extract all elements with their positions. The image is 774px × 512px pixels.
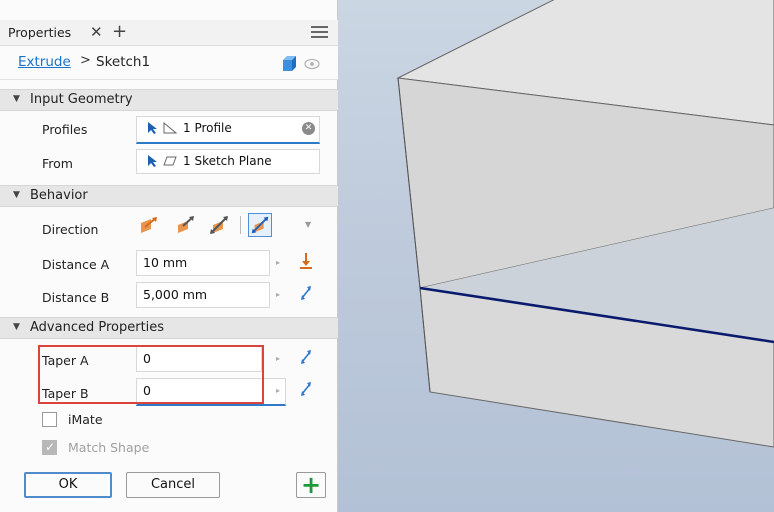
graphics-viewport[interactable] [338, 0, 774, 512]
tab-properties[interactable]: Properties [8, 20, 71, 46]
flyout-arrow-icon[interactable]: ▸ [271, 253, 285, 273]
hamburger-icon[interactable] [311, 26, 328, 39]
section-input-geometry[interactable]: ▼ Input Geometry [0, 89, 338, 111]
match-shape-label: Match Shape [68, 440, 150, 455]
collapse-arrow-icon: ▼ [13, 94, 20, 104]
flyout-arrow-icon[interactable]: ▸ [271, 381, 285, 401]
from-selector[interactable]: 1 Sketch Plane [136, 149, 320, 174]
profiles-value: 1 Profile [183, 121, 232, 135]
properties-panel: Properties ✕ + Extrude > Sketch1 ▼ Input… [0, 0, 338, 512]
section-advanced-properties[interactable]: ▼ Advanced Properties [0, 317, 338, 339]
flyout-arrow-icon[interactable]: ▸ [271, 349, 285, 369]
imate-label: iMate [68, 412, 103, 427]
apply-add-button[interactable]: + [296, 471, 326, 499]
section-title: Behavior [30, 188, 88, 203]
from-label: From [42, 156, 73, 171]
distance-b-input[interactable]: 5,000 mm [136, 282, 270, 308]
distance-b-label: Distance B [42, 290, 110, 305]
eye-icon[interactable] [304, 58, 320, 70]
plus-icon: + [300, 471, 322, 499]
distance-a-input[interactable]: 10 mm [136, 250, 270, 276]
distance-a-value: 10 mm [143, 255, 188, 270]
collapse-arrow-icon: ▼ [13, 190, 20, 200]
breadcrumb-sketch[interactable]: Sketch1 [96, 54, 150, 70]
clear-selection-icon[interactable]: ✕ [302, 122, 315, 135]
flyout-arrow-icon[interactable]: ▸ [271, 285, 285, 305]
direction-default-icon[interactable] [137, 213, 161, 237]
breadcrumb-extrude-link[interactable]: Extrude [18, 54, 71, 70]
distance-direction-icon[interactable] [298, 252, 314, 270]
collapse-arrow-icon: ▼ [13, 322, 20, 332]
profiles-label: Profiles [42, 122, 88, 137]
sketch-plane-icon [163, 156, 177, 166]
select-arrow-icon [148, 122, 157, 134]
flip-direction-icon[interactable] [298, 348, 314, 366]
close-icon[interactable]: ✕ [90, 24, 106, 40]
flip-direction-icon[interactable] [298, 284, 314, 302]
direction-asymmetric-icon[interactable] [248, 213, 272, 237]
ok-button[interactable]: OK [24, 472, 112, 498]
extruded-box-model[interactable] [338, 0, 774, 512]
cancel-button[interactable]: Cancel [126, 472, 220, 498]
flip-direction-icon[interactable] [298, 380, 314, 398]
direction-symmetric-icon[interactable] [207, 213, 231, 237]
panel-title-bar: Properties ✕ + [0, 20, 338, 46]
breadcrumb-separator: > [80, 53, 91, 68]
taper-highlight-box [38, 345, 264, 404]
direction-flipped-icon[interactable] [173, 213, 197, 237]
imate-checkbox[interactable] [42, 412, 57, 427]
profile-shape-icon [163, 122, 177, 134]
distance-a-label: Distance A [42, 257, 110, 272]
direction-label: Direction [42, 222, 99, 237]
chevron-down-icon[interactable]: ▼ [305, 220, 311, 229]
section-behavior[interactable]: ▼ Behavior [0, 185, 338, 207]
section-title: Advanced Properties [30, 320, 165, 335]
breadcrumb: Extrude > Sketch1 [0, 46, 338, 80]
section-title: Input Geometry [30, 92, 133, 107]
select-arrow-icon [148, 155, 157, 167]
distance-b-value: 5,000 mm [143, 287, 208, 302]
add-tab-icon[interactable]: + [112, 23, 128, 41]
cube-icon[interactable] [282, 56, 297, 71]
from-value: 1 Sketch Plane [183, 154, 272, 168]
profiles-selector[interactable]: 1 Profile ✕ [136, 116, 320, 144]
direction-divider [240, 216, 241, 234]
match-shape-checkbox[interactable] [42, 440, 57, 455]
